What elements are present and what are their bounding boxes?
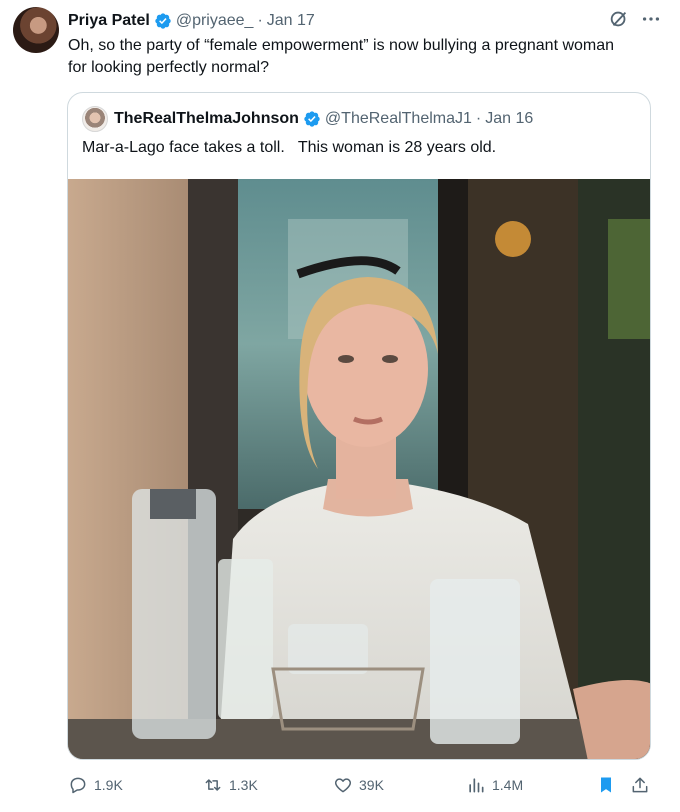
like-count: 39K xyxy=(359,777,384,793)
share-button[interactable] xyxy=(630,775,650,795)
header-separator: · xyxy=(257,12,263,29)
verified-badge-icon xyxy=(304,111,320,127)
repost-button[interactable]: 1.3K xyxy=(203,775,258,795)
tweet[interactable]: Priya Patel @priyaee_ · Jan 17 Oh, so th… xyxy=(0,0,680,812)
grok-icon[interactable] xyxy=(608,8,630,30)
repost-count: 1.3K xyxy=(229,777,258,793)
reply-button[interactable]: 1.9K xyxy=(68,775,123,795)
views-button[interactable]: 1.4M xyxy=(466,775,523,795)
bookmark-icon xyxy=(601,777,611,793)
quote-text: Mar-a-Lago face takes a toll. This woman… xyxy=(82,139,497,156)
author-avatar[interactable] xyxy=(13,7,59,53)
tweet-text: Oh, so the party of “female empowerment”… xyxy=(68,37,615,76)
quote-date: Jan 16 xyxy=(485,110,534,127)
views-count: 1.4M xyxy=(492,777,524,793)
views-icon xyxy=(469,778,484,793)
more-icon[interactable] xyxy=(640,8,662,30)
like-button[interactable]: 39K xyxy=(333,775,384,795)
tweet-date[interactable]: Jan 17 xyxy=(267,12,315,30)
photo-illustration xyxy=(68,179,650,759)
reply-count: 1.9K xyxy=(94,777,123,793)
tweet-header: Priya Patel @priyaee_ · Jan 17 xyxy=(68,10,315,32)
quote-author-name: TheRealThelmaJohnson xyxy=(114,110,299,127)
author-name[interactable]: Priya Patel xyxy=(68,12,150,30)
action-bar: 1.9K 1.3K 39K 1.4M xyxy=(68,770,658,800)
quote-header-separator: · xyxy=(475,110,482,127)
quoted-tweet[interactable]: TheRealThelmaJohnson @TheRealThelmaJ1 · … xyxy=(67,92,651,760)
author-handle[interactable]: @priyaee_ xyxy=(176,12,254,30)
top-actions xyxy=(608,8,662,30)
verified-badge-icon xyxy=(155,13,171,29)
reply-icon xyxy=(70,777,86,794)
quote-photo[interactable] xyxy=(68,179,650,759)
repost-icon xyxy=(205,779,221,791)
share-icon xyxy=(632,777,648,793)
quote-author-handle: @TheRealThelmaJ1 xyxy=(324,110,472,127)
heart-icon xyxy=(334,778,352,793)
bookmark-button[interactable] xyxy=(596,775,616,795)
quote-header: TheRealThelmaJohnson @TheRealThelmaJ1 · … xyxy=(82,105,533,133)
quote-author-avatar xyxy=(82,106,108,132)
